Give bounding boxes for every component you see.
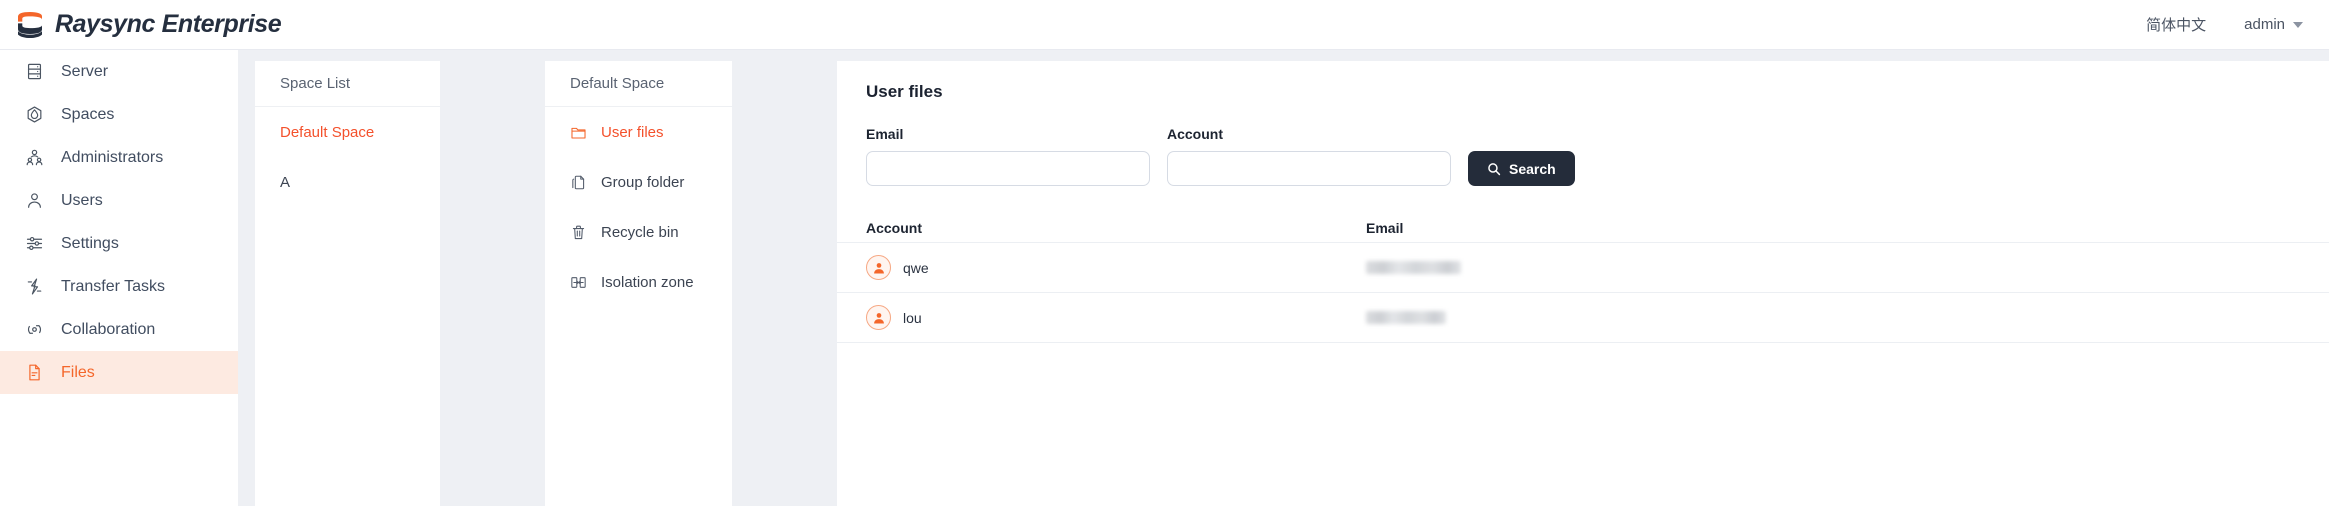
table-body: qwe lou [837,243,2329,343]
sidebar-item-spaces[interactable]: Spaces [0,93,238,136]
server-icon [25,62,44,81]
isolation-icon [570,274,587,291]
cell-account: qwe [866,255,1366,280]
space-detail-item-recycle-bin[interactable]: Recycle bin [545,207,732,257]
space-detail-rows: User files Group folder Recycle bin Isol… [545,107,732,307]
account-field-label: Account [1167,126,1223,142]
app-header: Raysync Enterprise 简体中文 admin [0,0,2329,50]
administrators-icon [25,148,44,167]
email-input[interactable] [866,151,1150,186]
user-files-table: Account Email qwe lou [837,214,2329,343]
space-detail-item-label: Isolation zone [601,273,694,291]
user-menu[interactable]: admin [2244,16,2303,33]
space-detail-panel: Default Space User files Group folder Re… [545,61,732,506]
sidebar-item-label: Settings [61,234,119,252]
transfer-icon [25,277,44,296]
workspace: Space List Default Space A Default Space … [238,50,2329,506]
user-avatar-icon [866,305,891,330]
space-list-rows: Default Space A [255,107,440,207]
sidebar-item-label: Users [61,191,103,209]
sidebar-item-server[interactable]: Server [0,50,238,93]
cell-email [1366,309,2329,327]
account-name: lou [903,309,922,326]
file-icon [25,363,44,382]
folder-icon [570,124,587,141]
sidebar-item-label: Collaboration [61,320,156,338]
space-list-item[interactable]: Default Space [255,107,440,157]
sidebar-item-label: Administrators [61,148,164,166]
collaboration-icon [25,320,44,339]
space-list-item-label: Default Space [280,123,375,141]
column-header-email: Email [1366,220,1404,236]
brand: Raysync Enterprise [0,10,282,39]
column-header-account: Account [866,220,922,236]
email-filter-group: Email [866,126,1150,186]
sidebar-item-collaboration[interactable]: Collaboration [0,308,238,351]
space-list-item[interactable]: A [255,157,440,207]
space-detail-item-label: Recycle bin [601,223,679,241]
sidebar-item-administrators[interactable]: Administrators [0,136,238,179]
language-switch[interactable]: 简体中文 [2146,14,2206,35]
content-panel: User files Email Account Search Account … [837,61,2329,506]
raysync-s-logo-icon [14,11,46,39]
header-actions: 简体中文 admin [2146,14,2329,35]
sidebar-item-transfer-tasks[interactable]: Transfer Tasks [0,265,238,308]
user-icon [25,191,44,210]
table-row[interactable]: lou [837,293,2329,343]
account-input[interactable] [1167,151,1451,186]
sidebar-item-users[interactable]: Users [0,179,238,222]
cell-email [1366,259,2329,277]
redacted-email [1366,310,1446,324]
space-list-item-label: A [280,173,291,191]
account-filter-group: Account [1167,126,1451,186]
spaces-icon [25,105,44,124]
space-list-panel: Space List Default Space A [255,61,440,506]
brand-name: Raysync Enterprise [55,10,282,38]
email-field-label: Email [866,126,904,142]
account-name: qwe [903,259,929,276]
redacted-email [1366,260,1461,274]
search-button[interactable]: Search [1468,151,1575,186]
space-detail-item-isolation-zone[interactable]: Isolation zone [545,257,732,307]
search-button-label: Search [1509,160,1556,177]
space-detail-item-user-files[interactable]: User files [545,107,732,157]
sidebar-item-files[interactable]: Files [0,351,238,394]
space-list-title: Space List [255,61,440,107]
sidebar-item-settings[interactable]: Settings [0,222,238,265]
sidebar-item-label: Spaces [61,105,115,123]
space-detail-title: Default Space [545,61,732,107]
cell-account: lou [866,305,1366,330]
space-detail-item-group-folder[interactable]: Group folder [545,157,732,207]
user-menu-label: admin [2244,16,2285,33]
chevron-down-icon [2293,21,2303,28]
sliders-icon [25,234,44,253]
table-row[interactable]: qwe [837,243,2329,293]
space-detail-item-label: User files [601,123,664,141]
group-folder-icon [570,174,587,191]
trash-icon [570,224,587,241]
page-title: User files [866,82,943,101]
sidebar-item-label: Files [61,363,95,381]
sidebar-item-label: Transfer Tasks [61,277,166,295]
space-detail-item-label: Group folder [601,173,685,191]
search-icon [1487,162,1501,176]
sidebar: Server Spaces Administrators Users Settin… [0,50,238,506]
table-header: Account Email [837,214,2329,243]
filter-bar: Email Account Search [837,102,2329,186]
user-avatar-icon [866,255,891,280]
sidebar-item-label: Server [61,62,109,80]
